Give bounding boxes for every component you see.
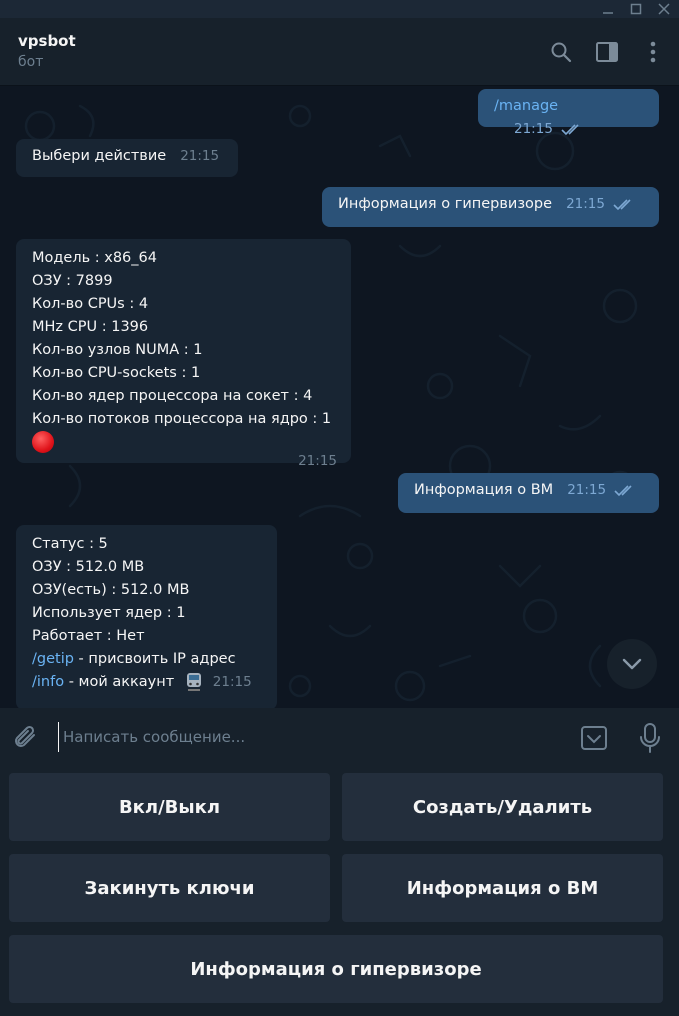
info-line: ОЗУ(есть) : 512.0 MB xyxy=(32,582,190,598)
info-line: ОЗУ : 512.0 MB xyxy=(32,559,145,575)
info-line: Статус : 5 xyxy=(32,536,108,552)
info-line: ОЗУ : 7899 xyxy=(32,273,113,289)
attach-icon[interactable] xyxy=(12,724,40,752)
window-controls xyxy=(0,0,679,18)
more-vert-icon[interactable] xyxy=(641,40,665,64)
bot-reply-keyboard: Вкл/Выкл Создать/Удалить Закинуть ключи … xyxy=(0,768,679,1016)
info-line: Кол-во CPU-sockets : 1 xyxy=(32,365,201,381)
info-line: MHz CPU : 1396 xyxy=(32,319,149,335)
message-time: 21:15 xyxy=(298,453,337,469)
outgoing-message[interactable]: /manage 21:15 xyxy=(478,89,659,137)
chat-area[interactable]: /manage 21:15 Выбери действие 21:15 Информ… xyxy=(0,86,679,708)
info-line: Использует ядер : 1 xyxy=(32,605,186,621)
message-time: 21:15 xyxy=(514,121,553,137)
vm-info-button[interactable]: Информация о ВМ xyxy=(342,854,663,922)
power-toggle-button[interactable]: Вкл/Выкл xyxy=(9,773,330,841)
message-text: Информация о гипервизоре xyxy=(338,196,553,212)
double-check-icon xyxy=(561,123,579,135)
command-description: - присвоить IP адрес xyxy=(73,651,236,667)
info-line: Кол-во ядер процессора на сокет : 4 xyxy=(32,388,313,404)
message-time: 21:15 xyxy=(567,482,607,498)
train-icon xyxy=(186,673,201,691)
getip-command-link[interactable]: /getip xyxy=(32,651,74,667)
message-time: 21:15 xyxy=(212,674,252,690)
info-line: Работает : Нет xyxy=(32,628,145,644)
incoming-message[interactable]: Выбери действие 21:15 xyxy=(16,139,238,177)
info-line: Кол-во потоков процессора на ядро : 1 xyxy=(32,411,332,427)
message-composer xyxy=(0,708,679,768)
message-time: 21:15 xyxy=(566,196,605,212)
incoming-message[interactable]: Статус : 5 ОЗУ : 512.0 MB ОЗУ(есть) : 51… xyxy=(16,525,277,708)
info-line: Кол-во узлов NUMA : 1 xyxy=(32,342,203,358)
upload-keys-button[interactable]: Закинуть ключи xyxy=(9,854,330,922)
message-text: Выбери действие xyxy=(32,148,167,164)
chat-header[interactable]: vpsbot бот xyxy=(0,18,679,86)
command-description: - мой аккаунт xyxy=(64,674,175,690)
hypervisor-info-button[interactable]: Информация о гипервизоре xyxy=(9,935,663,1003)
maximize-icon[interactable] xyxy=(629,2,643,16)
command-text[interactable]: /manage xyxy=(494,98,558,114)
info-line: Кол-во CPUs : 4 xyxy=(32,296,149,312)
minimize-icon[interactable] xyxy=(601,2,615,16)
scroll-down-button[interactable] xyxy=(607,639,657,689)
outgoing-message[interactable]: Информация о ВМ 21:15 xyxy=(398,473,659,513)
red-circle-emoji xyxy=(32,431,54,453)
double-check-icon xyxy=(614,484,632,496)
double-check-icon xyxy=(613,198,631,210)
chevron-down-icon xyxy=(622,658,642,670)
message-text: Информация о ВМ xyxy=(414,482,554,498)
info-command-link[interactable]: /info xyxy=(32,674,64,690)
incoming-message[interactable]: Модель : x86_64 ОЗУ : 7899 Кол-во CPUs :… xyxy=(16,239,351,469)
header-actions xyxy=(549,40,665,64)
bot-keyboard-icon[interactable] xyxy=(580,724,608,752)
message-input[interactable] xyxy=(58,722,558,752)
create-delete-button[interactable]: Создать/Удалить xyxy=(342,773,663,841)
outgoing-message[interactable]: Информация о гипервизоре 21:15 xyxy=(322,187,659,227)
microphone-icon[interactable] xyxy=(636,722,664,754)
close-icon[interactable] xyxy=(657,2,671,16)
message-time: 21:15 xyxy=(180,148,220,164)
sidebar-toggle-icon[interactable] xyxy=(595,40,619,64)
search-icon[interactable] xyxy=(549,40,573,64)
info-line: Модель : x86_64 xyxy=(32,250,157,266)
